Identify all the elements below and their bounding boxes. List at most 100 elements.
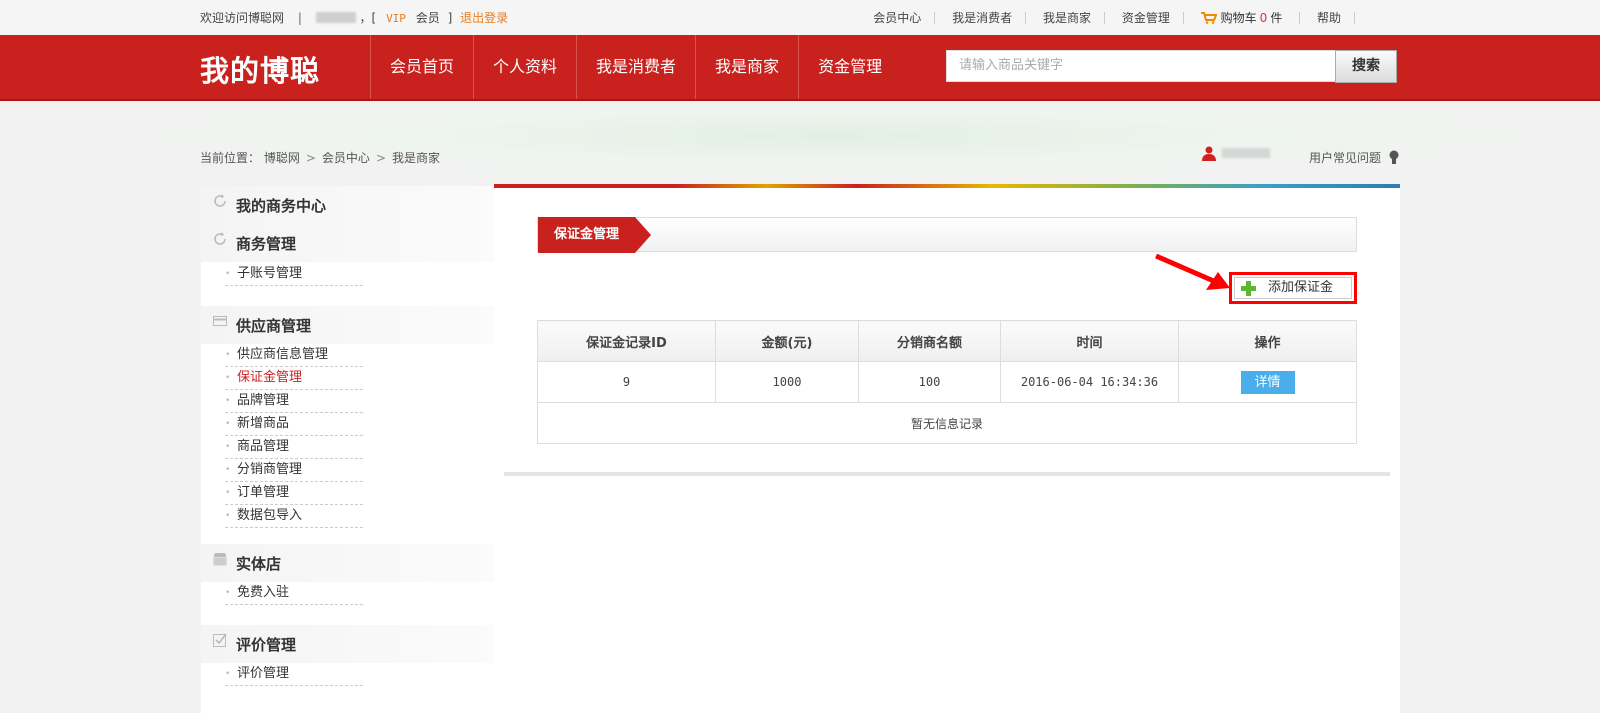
card-icon [213,316,227,326]
divider [1299,12,1301,24]
sidebar-item-product-management[interactable]: 商品管理 [225,436,363,459]
nav-item-funds[interactable]: 资金管理 [798,35,901,99]
search-box: 请输入商品关键字 搜索 [946,50,1397,83]
sidebar-item-supplier-info[interactable]: 供应商信息管理 [225,344,363,367]
sidebar-item-label: 品牌管理 [237,393,290,408]
welcome-text: 欢迎访问博聪网 [200,11,285,25]
sidebar-item-label: 评价管理 [237,666,290,681]
breadcrumb-item-home[interactable]: 博聪网 [264,151,300,165]
nav-item-merchant[interactable]: 我是商家 [695,35,798,99]
sidebar-item-distributor-management[interactable]: 分销商管理 [225,459,363,482]
sidebar-item-new-product[interactable]: 新增商品 [225,413,363,436]
sidebar-item-label: 商品管理 [237,439,290,454]
top-link-member-center[interactable]: 会员中心 [873,11,921,25]
sidebar-item-sub-account[interactable]: 子账号管理 [225,263,363,286]
tab-bar: 保证金管理 [537,217,1357,253]
add-deposit-button[interactable]: 添加保证金 [1234,277,1352,299]
content-divider [504,472,1390,476]
sidebar-item-label: 数据包导入 [237,508,303,523]
main-nav: 会员首页 个人资料 我是消费者 我是商家 资金管理 [370,35,901,99]
user-icon [1202,146,1216,161]
breadcrumb: 当前位置： 博聪网 > 会员中心 > 我是商家 [200,149,440,166]
annotation-arrow [1155,253,1230,290]
help-link[interactable]: 帮助 [1317,11,1341,25]
lightbulb-icon [1389,150,1399,164]
top-link-consumer[interactable]: 我是消费者 [952,11,1012,25]
sidebar-item-free-settle[interactable]: 免费入驻 [225,582,363,605]
sidebar-section-title: 商务管理 [236,235,297,253]
empty-message: 暂无信息记录 [537,402,1357,444]
top-bar-left: 欢迎访问博聪网 | ，[ VIP 会员 ] 退出登录 [200,9,508,26]
user-box[interactable] [1202,146,1270,161]
divider [1182,12,1184,24]
bracket-open: ，[ [359,11,377,25]
sidebar-item-label: 订单管理 [237,485,290,500]
plus-icon [1241,281,1256,296]
divider [1354,12,1355,24]
sidebar-item-label: 免费入驻 [237,585,290,600]
logout-link[interactable]: 退出登录 [460,11,508,25]
search-button[interactable]: 搜索 [1335,50,1397,83]
breadcrumb-item-member-center[interactable]: 会员中心 [322,151,370,165]
username-blurred [315,12,356,23]
sidebar-item-brand-management[interactable]: 品牌管理 [225,390,363,413]
main-content: 保证金管理 添加保证金 保证金记录ID 金额(元) 分销商名额 时间 操作 9 … [494,188,1400,713]
cell-action: 详情 [1178,361,1357,403]
search-input[interactable]: 请输入商品关键字 [946,50,1336,82]
table-row: 9 1000 100 2016-06-04 16:34:36 详情 [537,361,1357,403]
sidebar-section-supplier-management[interactable]: 供应商管理 [201,306,494,344]
cart-link[interactable]: 购物车 0 件 [1200,11,1287,25]
sidebar-item-deposit-management[interactable]: 保证金管理 [225,367,363,390]
sidebar-item-label: 新增商品 [237,416,290,431]
faq-link[interactable]: 用户常见问题 [1309,149,1399,166]
cell-time: 2016-06-04 16:34:36 [1000,361,1179,403]
sidebar-item-review-management[interactable]: 评价管理 [225,663,363,686]
sidebar-section-title: 实体店 [236,555,282,573]
sidebar-item-label: 分销商管理 [237,462,303,477]
breadcrumb-separator: > [305,151,316,165]
nav-item-member-home[interactable]: 会员首页 [370,35,473,99]
sidebar-item-order-management[interactable]: 订单管理 [225,482,363,505]
empty-row: 暂无信息记录 [537,402,1357,444]
column-header: 操作 [1178,320,1357,362]
sidebar-item-data-import[interactable]: 数据包导入 [225,505,363,528]
member-label: 会员 [415,11,440,25]
banner-background [0,103,1600,186]
sidebar-section-title: 评价管理 [236,636,297,654]
sidebar-section-physical-store[interactable]: 实体店 [201,544,494,582]
column-header: 金额(元) [715,320,859,362]
breadcrumb-separator: > [375,151,386,165]
divider [934,12,936,24]
sidebar: 我的商务中心 商务管理 子账号管理 供应商管理 供应商信息管理 保证金管理 品牌… [201,186,494,713]
sidebar-item-label: 保证金管理 [237,370,303,385]
add-deposit-label: 添加保证金 [1268,280,1334,295]
tab-deposit-management[interactable]: 保证金管理 [538,217,651,253]
top-bar: 欢迎访问博聪网 | ，[ VIP 会员 ] 退出登录 会员中心 我是消费者 我是… [0,0,1600,35]
nav-item-profile[interactable]: 个人资料 [473,35,576,99]
detail-button[interactable]: 详情 [1240,370,1295,394]
vip-label: VIP [386,12,406,25]
top-link-funds[interactable]: 资金管理 [1122,11,1170,25]
cart-label: 购物车 [1220,11,1257,25]
faq-label: 用户常见问题 [1309,151,1382,165]
refresh-icon [214,194,226,207]
sidebar-section-business-center[interactable]: 我的商务中心 [201,186,494,224]
separator: | [297,11,302,25]
breadcrumb-prefix: 当前位置： [200,151,261,165]
sidebar-section-business-management[interactable]: 商务管理 [201,224,494,262]
store-icon [213,553,227,566]
user-name-blurred [1222,148,1270,158]
sidebar-item-label: 子账号管理 [237,266,303,281]
divider [1103,12,1105,24]
refresh-icon [214,232,226,245]
sidebar-section-review-management[interactable]: 评价管理 [201,625,494,663]
sidebar-section-title: 我的商务中心 [236,197,327,215]
column-header: 分销商名额 [858,320,1001,362]
site-logo[interactable]: 我的博聪 [200,48,320,90]
top-link-merchant[interactable]: 我是商家 [1043,11,1091,25]
cell-id: 9 [537,361,716,403]
checkbox-icon [213,633,227,647]
nav-item-consumer[interactable]: 我是消费者 [576,35,695,99]
column-header: 时间 [1000,320,1179,362]
breadcrumb-item-merchant[interactable]: 我是商家 [392,151,440,165]
